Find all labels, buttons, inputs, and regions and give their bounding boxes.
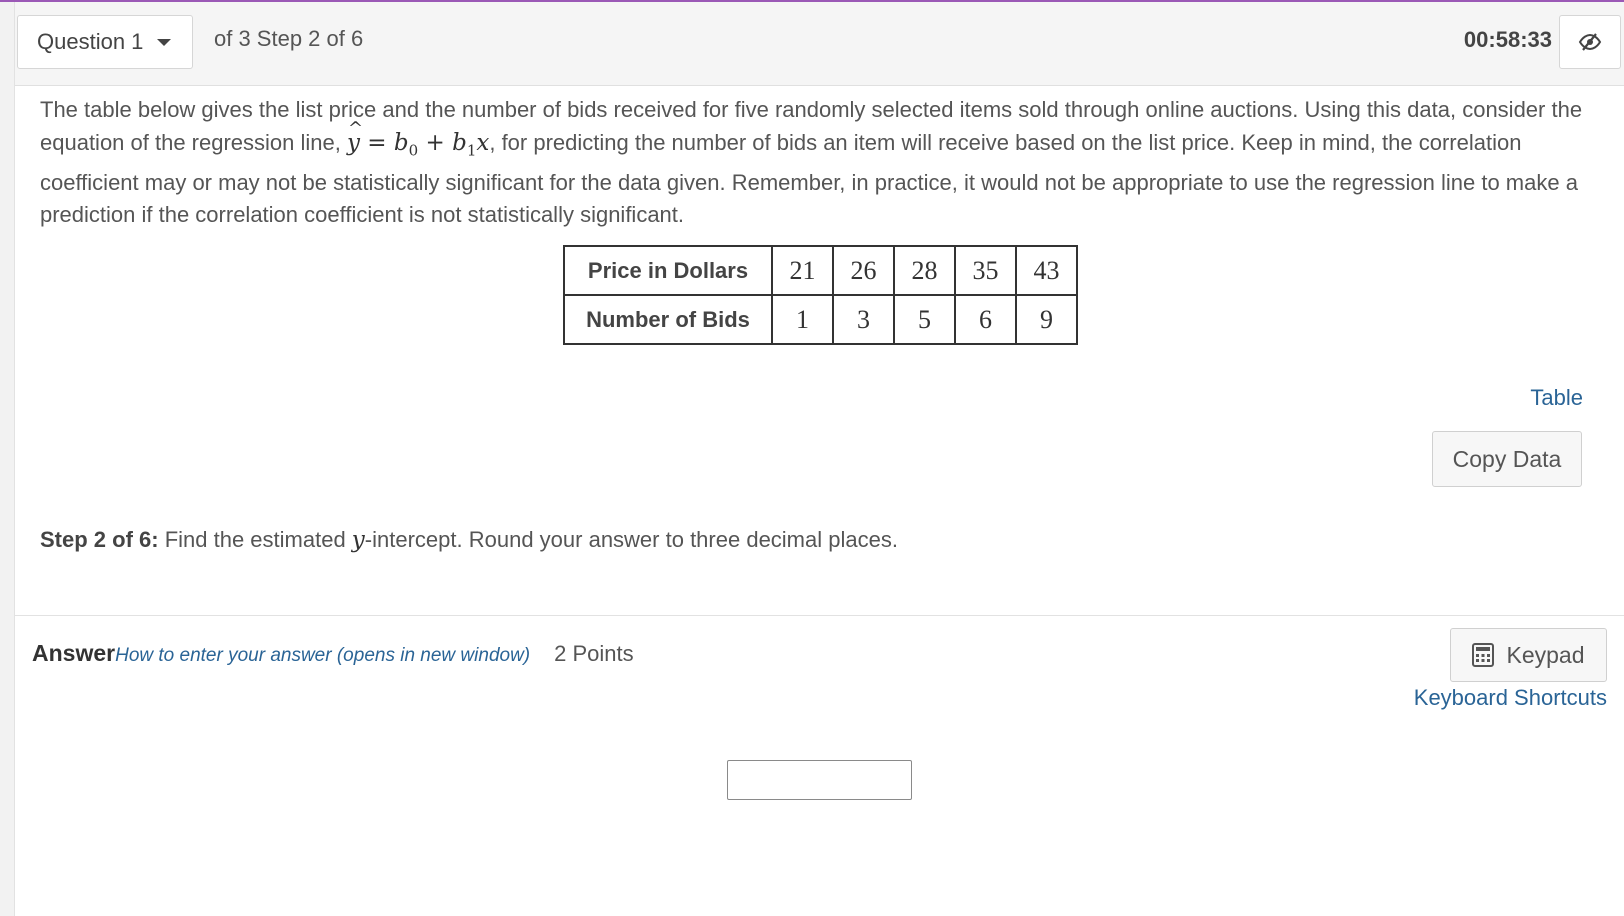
left-edge-panel bbox=[0, 2, 15, 916]
toggle-timer-visibility-button[interactable] bbox=[1559, 15, 1621, 69]
eq-equals: = bbox=[359, 129, 394, 156]
step-label: Step 2 of 6: bbox=[40, 527, 159, 552]
answer-header: Answer How to enter your answer (opens i… bbox=[32, 640, 634, 667]
eq-x: x bbox=[476, 129, 490, 156]
eq-plus: + bbox=[418, 129, 453, 156]
row-header-price: Price in Dollars bbox=[563, 245, 773, 296]
table-cell: 1 bbox=[771, 294, 834, 345]
question-select[interactable]: Question 1 bbox=[17, 15, 193, 69]
table-cell: 35 bbox=[954, 245, 1017, 296]
step-text-after: -intercept. Round your answer to three d… bbox=[364, 527, 898, 552]
copy-data-button[interactable]: Copy Data bbox=[1432, 431, 1582, 487]
eq-b1: b bbox=[452, 129, 467, 156]
row-header-bids: Number of Bids bbox=[563, 294, 773, 345]
step-text-before: Find the estimated bbox=[158, 527, 352, 552]
table-cell: 26 bbox=[832, 245, 895, 296]
eye-slash-icon bbox=[1578, 33, 1602, 51]
eq-sub1: 1 bbox=[466, 141, 477, 160]
data-table: Price in Dollars 21 26 28 35 43 Number o… bbox=[563, 245, 1078, 345]
points-value: 2 Points bbox=[554, 641, 634, 666]
calculator-icon bbox=[1472, 643, 1495, 667]
step-instruction: Step 2 of 6: Find the estimated y-interc… bbox=[40, 527, 898, 553]
how-to-enter-answer-link[interactable]: How to enter your answer (opens in new w… bbox=[115, 645, 530, 667]
question-text: The table below gives the list price and… bbox=[40, 94, 1600, 232]
table-cell: 28 bbox=[893, 245, 956, 296]
table-cell: 6 bbox=[954, 294, 1017, 345]
eq-sub0: 0 bbox=[408, 141, 419, 160]
table-link[interactable]: Table bbox=[1530, 385, 1583, 411]
eq-b0: b bbox=[393, 129, 409, 156]
regression-equation: y = b0 + b1x bbox=[347, 113, 490, 160]
answer-label: Answer bbox=[32, 640, 116, 666]
question-header: Question 1 of 3 Step 2 of 6 00:58:33 bbox=[15, 2, 1624, 86]
keypad-label: Keypad bbox=[1506, 641, 1585, 668]
table-row-price: Price in Dollars 21 26 28 35 43 bbox=[563, 245, 1078, 296]
table-cell: 43 bbox=[1015, 245, 1078, 296]
keypad-button[interactable]: Keypad bbox=[1450, 628, 1607, 682]
table-cell: 5 bbox=[893, 294, 956, 345]
table-cell: 3 bbox=[832, 294, 895, 345]
answer-input[interactable] bbox=[727, 760, 912, 800]
keyboard-shortcuts-link[interactable]: Keyboard Shortcuts bbox=[1414, 685, 1607, 711]
table-cell: 9 bbox=[1015, 294, 1078, 345]
table-row-bids: Number of Bids 1 3 5 6 9 bbox=[563, 294, 1078, 345]
eq-y-hat: y bbox=[347, 113, 363, 160]
timer: 00:58:33 bbox=[1463, 27, 1552, 52]
question-select-label: Question 1 bbox=[37, 29, 144, 54]
section-divider bbox=[15, 615, 1624, 616]
step-var-y: y bbox=[351, 527, 365, 553]
step-info: of 3 Step 2 of 6 bbox=[214, 26, 364, 51]
caret-down-icon bbox=[157, 38, 172, 46]
table-cell: 21 bbox=[771, 245, 834, 296]
